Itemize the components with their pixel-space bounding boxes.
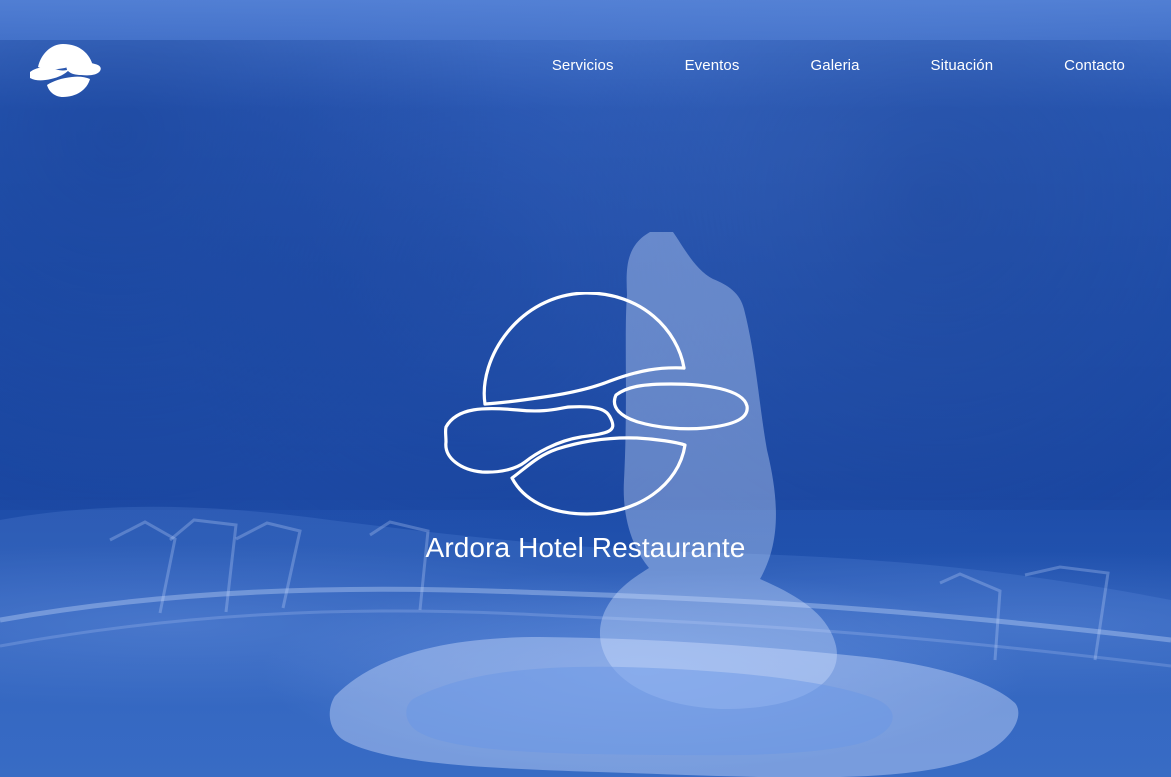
- hero-section: Servicios Eventos Galeria Situación Cont…: [0, 0, 1171, 777]
- header: Servicios Eventos Galeria Situación Cont…: [0, 0, 1171, 120]
- logo-icon: [30, 44, 101, 97]
- nav-galeria-link[interactable]: Galeria: [810, 57, 859, 75]
- hero-logo-icon: [443, 291, 749, 516]
- nav-eventos-link[interactable]: Eventos: [685, 57, 740, 75]
- brand-logo-link[interactable]: [24, 42, 102, 98]
- hero-logo: [440, 291, 750, 517]
- main-navigation: Servicios Eventos Galeria Situación Cont…: [552, 57, 1125, 75]
- nav-situacion-link[interactable]: Situación: [931, 57, 994, 75]
- nav-contacto-link[interactable]: Contacto: [1064, 57, 1125, 75]
- hero-title: Ardora Hotel Restaurante: [425, 532, 746, 563]
- nav-servicios-link[interactable]: Servicios: [552, 57, 614, 75]
